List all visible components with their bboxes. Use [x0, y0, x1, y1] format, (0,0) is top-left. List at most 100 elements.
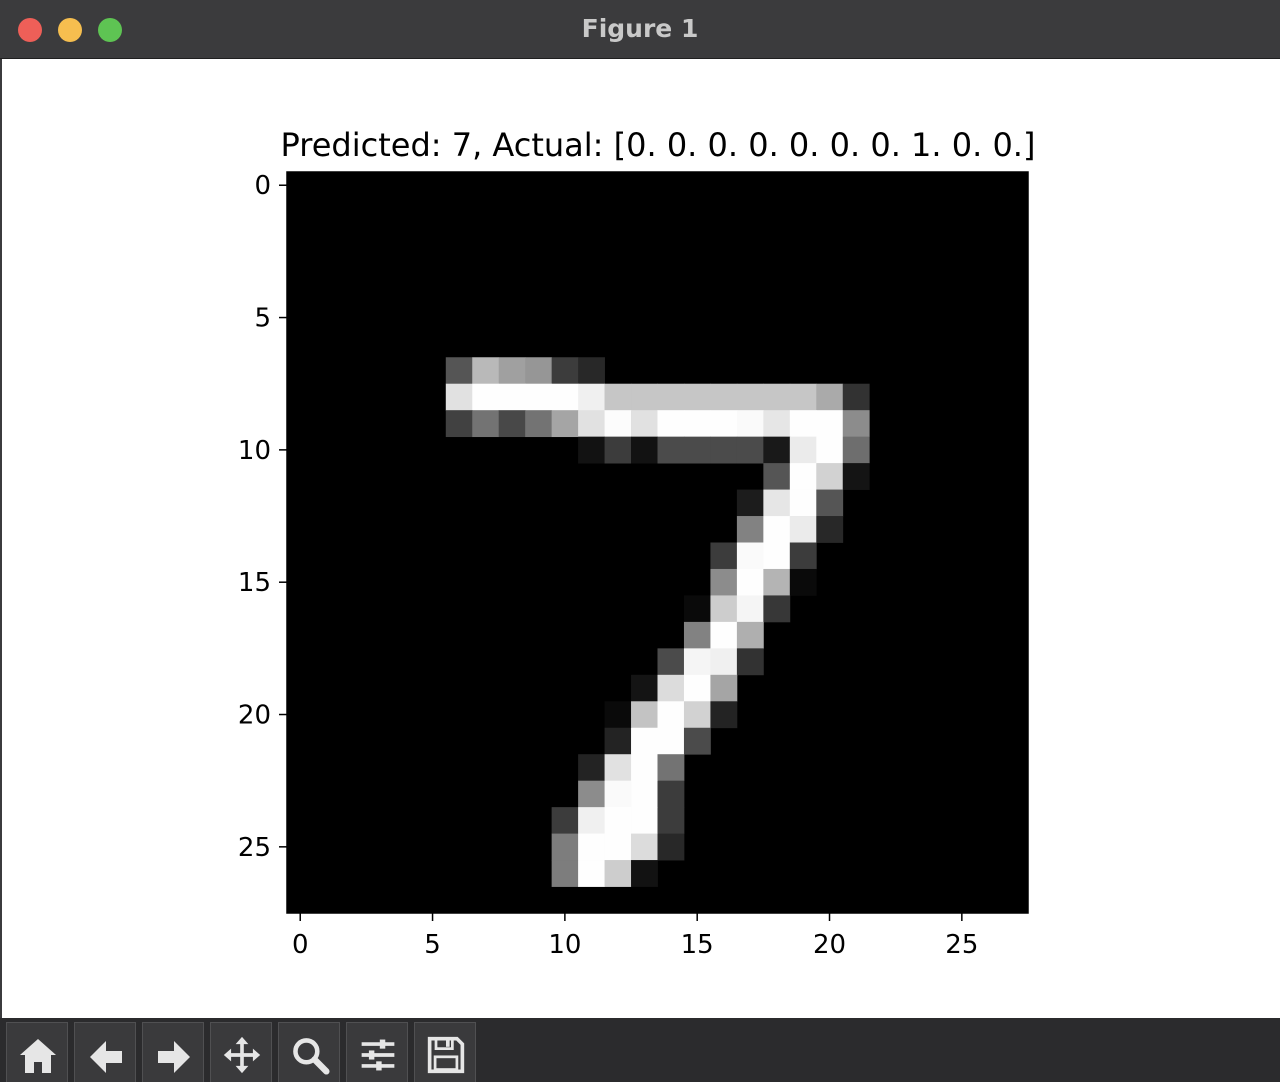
image-pixel — [683, 595, 711, 623]
save-button[interactable] — [414, 1022, 476, 1082]
image-pixel — [683, 383, 711, 411]
image-pixel — [789, 463, 817, 490]
image-pixel — [657, 648, 685, 676]
image-pixel — [551, 410, 579, 438]
image-pixel — [842, 463, 870, 490]
image-pixel — [816, 516, 844, 543]
image-pixel — [551, 860, 579, 887]
image-pixel — [816, 489, 844, 517]
x-tick-label: 25 — [945, 930, 978, 960]
image-pixel — [736, 542, 764, 570]
image-pixel — [763, 410, 791, 438]
image-pixel — [578, 807, 605, 834]
image-pixel — [631, 754, 658, 782]
image-pixel — [789, 542, 817, 570]
image-pixel — [604, 833, 632, 861]
x-tick-label: 20 — [813, 930, 846, 960]
image-pixel — [631, 780, 658, 808]
x-tick-label: 0 — [292, 930, 309, 960]
image-pixel — [631, 860, 658, 887]
configure-subplots-icon — [361, 1039, 395, 1071]
image-pixel — [604, 383, 632, 411]
image-pixel — [842, 436, 870, 464]
image-pixel — [551, 807, 579, 834]
home-button[interactable] — [6, 1022, 68, 1082]
image-pixel — [763, 595, 791, 623]
image-pixel — [683, 410, 711, 438]
image-pixel — [604, 436, 632, 464]
image-pixel — [736, 516, 764, 543]
zoom-magnifier-icon — [293, 1038, 330, 1075]
image-pixel — [631, 436, 658, 464]
image-pixel — [525, 410, 553, 438]
image-pixel — [551, 833, 579, 861]
image-pixel — [816, 463, 844, 490]
save-floppy-icon — [427, 1036, 465, 1074]
x-tick-label: 5 — [424, 930, 441, 960]
zoom-button[interactable] — [278, 1022, 340, 1082]
configure-subplots-button[interactable] — [346, 1022, 408, 1082]
image-pixel — [631, 807, 658, 834]
image-pixel — [498, 357, 526, 385]
image-pixel — [842, 410, 870, 438]
image-pixel — [657, 780, 685, 808]
image-pixel — [631, 674, 658, 702]
x-tick-label: 10 — [548, 930, 581, 960]
image-pixel — [789, 436, 817, 464]
image-pixel — [736, 648, 764, 676]
pan-button[interactable] — [210, 1022, 272, 1082]
image-pixel — [604, 860, 632, 887]
image-pixel — [763, 489, 791, 517]
image-pixel — [578, 436, 605, 464]
image-pixel — [631, 410, 658, 438]
image-pixel — [763, 436, 791, 464]
image-pixel — [763, 516, 791, 543]
image-pixel — [710, 436, 738, 464]
image-pixel — [789, 410, 817, 438]
pan-move-icon — [223, 1036, 261, 1074]
image-pixel — [472, 357, 500, 385]
image-pixel — [498, 410, 526, 438]
image-pixel — [578, 860, 605, 887]
image-pixel — [736, 436, 764, 464]
image-pixel — [525, 357, 553, 385]
image-pixel — [736, 489, 764, 517]
window-title: Figure 1 — [581, 14, 699, 43]
image-pixel — [736, 568, 764, 596]
image-pixel — [736, 621, 764, 649]
image-pixel — [657, 727, 685, 755]
image-pixel — [604, 727, 632, 755]
image-pixel — [498, 383, 526, 411]
image-pixel — [816, 436, 844, 464]
image-pixel — [710, 701, 738, 729]
image-pixel — [710, 648, 738, 676]
image-pixel — [789, 489, 817, 517]
image-pixel — [631, 727, 658, 755]
image-pixel — [683, 727, 711, 755]
image-pixel — [736, 595, 764, 623]
image-plot: Predicted: 7, Actual: [0. 0. 0. 0. 0. 0.… — [238, 126, 1036, 960]
image-pixel — [842, 383, 870, 411]
image-pixel — [525, 383, 553, 411]
image-pixel — [789, 568, 817, 596]
y-tick-label: 10 — [238, 436, 271, 466]
image-pixel — [631, 383, 658, 411]
image-pixel — [631, 833, 658, 861]
image-pixel — [472, 383, 500, 411]
image-pixel — [710, 674, 738, 702]
image-pixel — [710, 568, 738, 596]
image-pixel — [816, 383, 844, 411]
back-button[interactable] — [74, 1022, 136, 1082]
image-pixel — [710, 410, 738, 438]
image-pixel — [657, 410, 685, 438]
forward-button[interactable] — [142, 1022, 204, 1082]
image-pixel — [789, 516, 817, 543]
image-pixel — [763, 383, 791, 411]
image-pixel — [710, 595, 738, 623]
home-icon — [20, 1039, 56, 1073]
image-pixel — [657, 436, 685, 464]
image-pixel — [736, 383, 764, 411]
image-pixel — [683, 674, 711, 702]
image-pixel — [604, 807, 632, 834]
image-pixel — [816, 410, 844, 438]
